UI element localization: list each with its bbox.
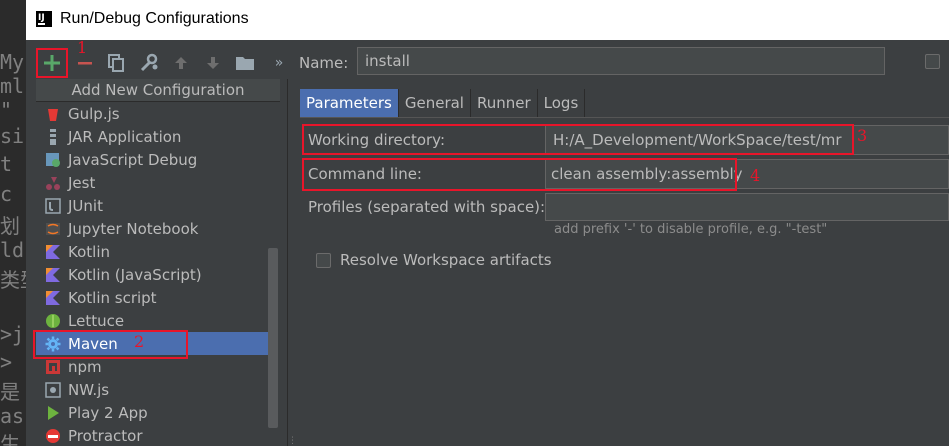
- title-bar: Run/Debug Configurations: [26, 0, 949, 40]
- tree-item-play-2-app[interactable]: Play 2 App: [36, 401, 270, 424]
- annotation-box-4: [302, 158, 737, 191]
- more-button[interactable]: »: [267, 51, 291, 75]
- nwjs-icon: [45, 381, 61, 398]
- bg-line: ld: [0, 238, 25, 262]
- copy-configuration-button[interactable]: [104, 51, 128, 75]
- bg-line: 划: [0, 214, 20, 238]
- tree-item-label: Gulp.js: [68, 104, 120, 123]
- minus-icon: [78, 62, 92, 65]
- window-title: Run/Debug Configurations: [60, 10, 249, 27]
- tree-item-junit[interactable]: JUnit: [36, 194, 270, 217]
- kotlin-script-icon: [45, 290, 61, 306]
- tree-item-nwjs[interactable]: NW.js: [36, 378, 270, 401]
- move-up-button[interactable]: [169, 51, 193, 75]
- tree-item-label: JAR Application: [68, 127, 182, 146]
- tree-item-label: Protractor: [68, 426, 143, 445]
- profiles-input[interactable]: [545, 193, 949, 221]
- js-debug-icon: [45, 152, 61, 168]
- tree-item-label: Jupyter Notebook: [68, 219, 199, 238]
- tree-item-label: Lettuce: [68, 311, 125, 330]
- tab-parameters[interactable]: Parameters: [300, 89, 399, 117]
- arrow-up-icon: [175, 57, 187, 69]
- tree-header: Add New Configuration: [36, 79, 280, 102]
- tree-item-lettuce[interactable]: Lettuce: [36, 309, 270, 332]
- tree-item-label: JUnit: [68, 196, 103, 215]
- tab-runner[interactable]: Runner: [471, 89, 538, 117]
- resolve-workspace-checkbox[interactable]: [316, 253, 331, 268]
- name-input[interactable]: install: [357, 47, 885, 75]
- tree-item-label: JavaScript Debug: [68, 150, 198, 169]
- gulp-icon: [45, 106, 61, 122]
- bg-line: ml: [0, 74, 25, 98]
- junit-icon: [45, 197, 61, 214]
- annotation-label-4: 4: [750, 166, 761, 185]
- tree-item-protractor[interactable]: Protractor: [36, 424, 270, 446]
- annotation-label-2: 2: [134, 332, 145, 351]
- tree-item-kotlin-script[interactable]: Kotlin script: [36, 286, 270, 309]
- intellij-logo-icon: [33, 8, 52, 27]
- lettuce-icon: [45, 313, 61, 329]
- configuration-type-tree[interactable]: Add New Configuration Gulp.js JAR Applic…: [36, 79, 280, 446]
- tree-scrollbar-thumb[interactable]: [268, 248, 278, 428]
- tree-item-label: Play 2 App: [68, 403, 148, 422]
- tree-item-javascript-debug[interactable]: JavaScript Debug: [36, 148, 270, 171]
- play-icon: [45, 405, 61, 421]
- profiles-hint: add prefix '-' to disable profile, e.g. …: [554, 222, 828, 237]
- kotlin-icon: [45, 244, 61, 260]
- resize-grip-icon: ⋮: [288, 436, 297, 446]
- config-tabs: Parameters General Runner Logs: [300, 89, 586, 117]
- annotation-box-3: [302, 124, 854, 155]
- jest-icon: [45, 175, 61, 191]
- bg-line: My: [0, 50, 25, 74]
- remove-configuration-button[interactable]: [73, 51, 97, 75]
- tree-item-label: Kotlin script: [68, 288, 157, 307]
- tree-item-jar-application[interactable]: JAR Application: [36, 125, 270, 148]
- background-editor: My ml " si t c 划 ld 类型 >j > 是 as 生: [0, 0, 26, 446]
- folder-button[interactable]: [233, 51, 257, 75]
- arrow-down-icon: [207, 57, 219, 69]
- tab-general[interactable]: General: [399, 89, 471, 117]
- move-down-button[interactable]: [201, 51, 225, 75]
- tree-item-label: Kotlin: [68, 242, 110, 261]
- profiles-label: Profiles (separated with space):: [308, 198, 546, 216]
- jupyter-icon: [45, 221, 61, 237]
- folder-icon: [236, 57, 254, 70]
- annotation-box-1: [36, 48, 68, 78]
- bg-line: as: [0, 404, 25, 428]
- tree-item-kotlin[interactable]: Kotlin: [36, 240, 270, 263]
- bg-line: ": [0, 98, 13, 122]
- bg-line: 类型: [0, 268, 26, 292]
- bg-line: c: [0, 182, 13, 206]
- wrench-icon: [140, 53, 158, 72]
- bg-line: t: [0, 152, 13, 176]
- tree-item-label: npm: [68, 357, 102, 376]
- tree-item-jupyter-notebook[interactable]: Jupyter Notebook: [36, 217, 270, 240]
- tree-item-kotlin-javascript[interactable]: Kotlin (JavaScript): [36, 263, 270, 286]
- bg-line: 生: [0, 432, 20, 446]
- tab-divider: [300, 117, 949, 118]
- tree-item-jest[interactable]: Jest: [36, 171, 270, 194]
- npm-icon: [45, 359, 61, 375]
- bg-line: 是: [0, 380, 20, 404]
- bg-line: >: [0, 350, 13, 374]
- tree-item-label: Kotlin (JavaScript): [68, 265, 202, 284]
- name-label: Name:: [299, 54, 349, 72]
- annotation-label-3: 3: [857, 126, 868, 145]
- share-checkbox[interactable]: [925, 54, 940, 69]
- tree-item-gulp[interactable]: Gulp.js: [36, 102, 270, 125]
- edit-defaults-button[interactable]: [137, 51, 161, 75]
- annotation-box-2: [33, 330, 188, 359]
- tree-item-label: Jest: [68, 173, 96, 192]
- copy-icon: [108, 54, 124, 72]
- pane-splitter[interactable]: [287, 79, 288, 446]
- protractor-icon: [45, 428, 61, 444]
- kotlin-js-icon: [45, 267, 61, 283]
- bg-line: >j: [0, 322, 25, 346]
- resolve-workspace-label: Resolve Workspace artifacts: [340, 251, 552, 269]
- tree-item-label: NW.js: [68, 380, 110, 399]
- tab-logs[interactable]: Logs: [538, 89, 586, 117]
- bg-line: si: [0, 124, 25, 148]
- jar-icon: [45, 128, 61, 145]
